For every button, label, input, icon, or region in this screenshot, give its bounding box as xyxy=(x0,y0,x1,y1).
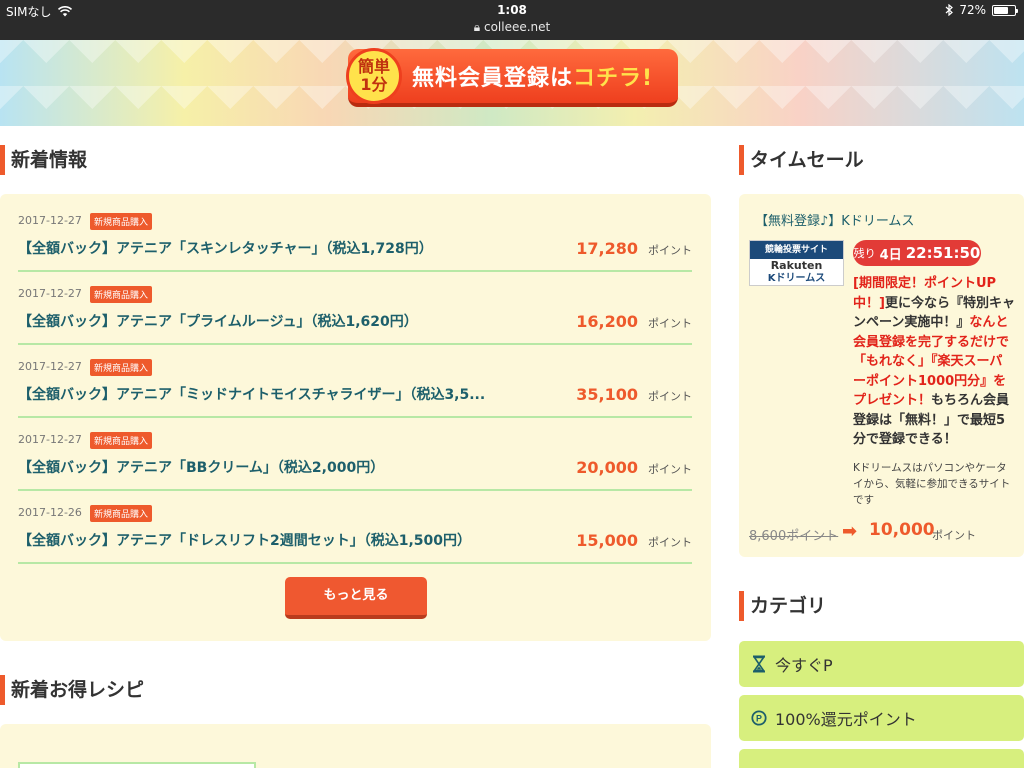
news-item[interactable]: 2017-12-27 新規商品購入 【全額バック】アテニア「ミッドナイトモイスチ… xyxy=(18,345,692,418)
category-section-title: カテゴリ xyxy=(739,591,826,621)
status-right: 72% xyxy=(945,3,1018,17)
bluetooth-icon xyxy=(945,4,954,16)
news-date: 2017-12-27 xyxy=(18,433,82,446)
logo-bottom-text: Kドリームス xyxy=(767,273,826,284)
news-title[interactable]: 【全額バック】アテニア「BBクリーム」（税込2,000円） xyxy=(18,457,548,477)
recipes-section-title: 新着お得レシピ xyxy=(0,675,144,705)
news-title[interactable]: 【全額バック】アテニア「ミッドナイトモイスチャライザー」（税込3,5... xyxy=(18,384,548,404)
countdown-timer: 残り 4日 22:51:50 xyxy=(853,240,981,266)
category-label: 今すぐP xyxy=(775,656,833,675)
news-section-title: 新着情報 xyxy=(0,145,87,175)
news-tag: 新規商品購入 xyxy=(90,286,153,303)
logo-top-text: 競輪投票サイト xyxy=(750,241,843,259)
timesale-description: [期間限定！ポイントUP中！]更に今なら『特別キャンペーン実施中！』なんと会員登… xyxy=(853,274,1015,450)
url-text: colleee.net xyxy=(483,20,551,34)
more-button[interactable]: もっと見る xyxy=(285,577,427,619)
lock-icon: 🔒︎ xyxy=(473,20,481,34)
arrow-right-icon: ➡ xyxy=(842,521,858,542)
badge-line1: 簡単 xyxy=(357,57,390,76)
points-value: 16,200 xyxy=(576,312,638,331)
timesale-panel: 【無料登録♪】Kドリームス 競輪投票サイト Rakuten Kドリームス 残り … xyxy=(739,194,1024,557)
news-title[interactable]: 【全額バック】アテニア「スキンレタッチャー」（税込1,728円） xyxy=(18,238,548,258)
url-bar[interactable]: 🔒︎ colleee.net xyxy=(0,20,1024,35)
news-tag: 新規商品購入 xyxy=(90,432,153,449)
points-unit: ポイント xyxy=(648,317,692,330)
news-item[interactable]: 2017-12-27 新規商品購入 【全額バック】アテニア「BBクリーム」（税込… xyxy=(18,418,692,491)
new-points-unit: ポイント xyxy=(932,529,976,542)
recipes-panel xyxy=(0,724,711,768)
signup-banner: 簡単 1分 無料会員登録はコチラ! xyxy=(0,40,1024,126)
kdreams-logo[interactable]: 競輪投票サイト Rakuten Kドリームス xyxy=(749,240,844,286)
news-panel: 2017-12-27 新規商品購入 【全額バック】アテニア「スキンレタッチャー」… xyxy=(0,194,711,641)
timer-time: 22:51:50 xyxy=(905,244,981,262)
news-tag: 新規商品購入 xyxy=(90,213,153,230)
signup-button[interactable]: 簡単 1分 無料会員登録はコチラ! xyxy=(346,48,678,107)
points-value: 17,280 xyxy=(576,239,638,258)
timesale-section-title: タイムセール xyxy=(739,145,864,175)
logo-mid-text: Rakuten xyxy=(770,259,823,272)
category-label: 100%還元ポイント xyxy=(775,710,917,729)
battery-percent: 72% xyxy=(959,3,986,17)
points-unit: ポイント xyxy=(648,390,692,403)
hourglass-icon xyxy=(751,655,767,673)
timesale-note: Kドリームスはパソコンやケータイから、気軽に参加できるサイトです xyxy=(853,462,1011,506)
news-tag: 新規商品購入 xyxy=(90,505,153,522)
news-item[interactable]: 2017-12-26 新規商品購入 【全額バック】アテニア「ドレスリフト2週間セ… xyxy=(18,491,692,564)
news-item[interactable]: 2017-12-27 新規商品購入 【全額バック】アテニア「スキンレタッチャー」… xyxy=(18,199,692,272)
badge-line2: 1分 xyxy=(360,75,388,94)
svg-text:P: P xyxy=(756,714,762,724)
category-item-next[interactable] xyxy=(739,749,1024,768)
category-item-instant-points[interactable]: 今すぐP xyxy=(739,641,1024,687)
news-item[interactable]: 2017-12-27 新規商品購入 【全額バック】アテニア「プライムルージュ」（… xyxy=(18,272,692,345)
timesale-offer-link[interactable]: 【無料登録♪】Kドリームス xyxy=(755,210,914,229)
points-value: 35,100 xyxy=(576,385,638,404)
points-unit: ポイント xyxy=(648,536,692,549)
points-value: 15,000 xyxy=(576,531,638,550)
battery-icon xyxy=(992,4,1018,16)
points-unit: ポイント xyxy=(648,244,692,257)
signup-text-main: 無料会員登録は xyxy=(412,66,574,91)
signup-text: 無料会員登録はコチラ! xyxy=(412,60,653,92)
news-tag: 新規商品購入 xyxy=(90,359,153,376)
point-circle-icon: P xyxy=(751,709,767,727)
timer-label: 残り xyxy=(853,247,876,260)
news-points: 15,000 ポイント xyxy=(572,531,692,550)
battery-fill xyxy=(994,6,1009,14)
news-title[interactable]: 【全額バック】アテニア「プライムルージュ」（税込1,620円） xyxy=(18,311,548,331)
news-title[interactable]: 【全額バック】アテニア「ドレスリフト2週間セット」（税込1,500円） xyxy=(18,530,548,550)
news-points: 17,280 ポイント xyxy=(572,239,692,258)
old-points: 8,600ポイント xyxy=(749,529,839,544)
news-points: 16,200 ポイント xyxy=(572,312,692,331)
timer-days: 4日 xyxy=(879,247,902,263)
category-item-full-return[interactable]: P 100%還元ポイント xyxy=(739,695,1024,741)
news-date: 2017-12-27 xyxy=(18,287,82,300)
news-date: 2017-12-26 xyxy=(18,506,82,519)
news-date: 2017-12-27 xyxy=(18,360,82,373)
signup-badge: 簡単 1分 xyxy=(346,48,402,104)
points-unit: ポイント xyxy=(648,463,692,476)
status-bar: SIMなし 1:08 🔒︎ colleee.net 72% xyxy=(0,0,1024,40)
new-points: 10,000 xyxy=(869,520,935,540)
signup-text-accent: コチラ! xyxy=(573,66,654,91)
recipe-card[interactable] xyxy=(18,762,256,768)
news-date: 2017-12-27 xyxy=(18,214,82,227)
news-points: 35,100 ポイント xyxy=(572,385,692,404)
points-value: 20,000 xyxy=(576,458,638,477)
news-points: 20,000 ポイント xyxy=(572,458,692,477)
clock: 1:08 xyxy=(497,3,527,17)
